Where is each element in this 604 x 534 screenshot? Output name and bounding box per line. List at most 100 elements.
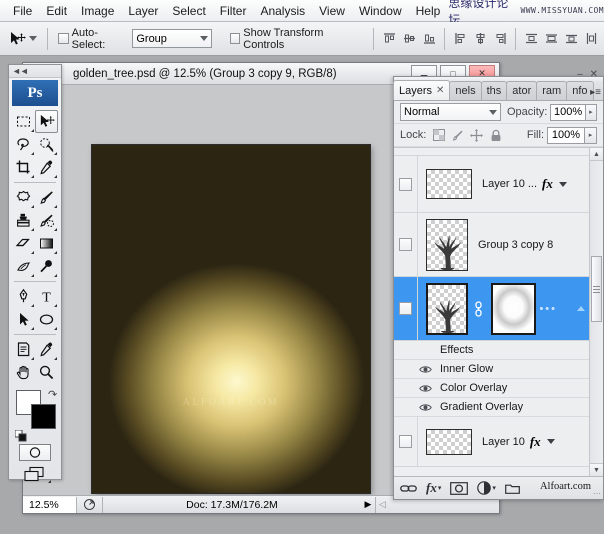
lock-transparency-icon[interactable] <box>432 129 445 142</box>
layer-thumbnail[interactable] <box>426 283 468 335</box>
align-right-edges-icon[interactable] <box>491 30 509 48</box>
layer-thumbnail[interactable] <box>426 219 468 271</box>
menu-window[interactable]: Window <box>352 2 409 20</box>
current-tool-button[interactable] <box>4 28 41 50</box>
toolbox-collapse-handle[interactable]: ◄◄ <box>9 65 61 78</box>
distribute-bottom-edges-icon[interactable] <box>562 30 580 48</box>
default-colors-icon[interactable] <box>15 430 27 442</box>
artboard[interactable]: ALFOART.COM <box>92 145 370 493</box>
layer-visibility-toggle[interactable] <box>394 156 418 212</box>
scrollbar-thumb[interactable] <box>591 256 602 322</box>
notes-tool[interactable] <box>12 338 35 361</box>
chevron-down-icon[interactable] <box>559 182 567 187</box>
opacity-field[interactable]: 100% <box>550 104 585 121</box>
table-row[interactable]: Layer 10 fx <box>394 417 589 467</box>
tab-channels[interactable]: nels <box>449 81 481 100</box>
status-expand-arrow-icon[interactable]: ▶ <box>361 499 375 510</box>
panel-menu-icon[interactable]: ▸≡ <box>590 88 601 98</box>
eye-icon[interactable] <box>418 384 432 393</box>
move-tool[interactable] <box>35 110 58 133</box>
auto-select-dropdown[interactable]: Group <box>132 29 211 48</box>
list-item[interactable]: Gradient Overlay <box>394 398 589 417</box>
menu-image[interactable]: Image <box>74 2 121 20</box>
blur-tool[interactable] <box>12 255 35 278</box>
history-brush-tool[interactable] <box>35 209 58 232</box>
layer-effects-header[interactable]: Effects <box>394 341 589 360</box>
tab-histogram[interactable]: ram <box>536 81 567 100</box>
menu-filter[interactable]: Filter <box>213 2 254 20</box>
effect-label[interactable]: Gradient Overlay <box>440 401 523 413</box>
table-row[interactable]: ••• <box>394 277 589 341</box>
eraser-tool[interactable] <box>12 232 35 255</box>
clone-stamp-tool[interactable] <box>12 209 35 232</box>
align-top-edges-icon[interactable] <box>380 30 398 48</box>
pen-tool[interactable] <box>12 285 35 308</box>
auto-select-checkbox[interactable] <box>58 33 69 44</box>
distribute-left-edges-icon[interactable] <box>582 30 600 48</box>
list-item[interactable]: Color Overlay <box>394 379 589 398</box>
eye-icon[interactable] <box>418 403 432 412</box>
chevron-down-icon[interactable] <box>547 439 555 444</box>
list-item[interactable]: Inner Glow <box>394 360 589 379</box>
lock-all-icon[interactable] <box>489 129 502 142</box>
layer-effects-fx-icon[interactable]: fx <box>530 434 541 450</box>
panel-window-controls[interactable]: – ✕ <box>577 69 600 80</box>
menu-view[interactable]: View <box>312 2 352 20</box>
scroll-up-arrow-icon[interactable]: ▲ <box>590 148 603 161</box>
chevron-up-icon[interactable] <box>577 306 585 311</box>
layer-list[interactable]: Layer 10 ... fx Group 3 copy 8 <box>394 147 603 476</box>
layer-thumbnail[interactable] <box>426 429 472 455</box>
tab-paths[interactable]: ths <box>481 81 508 100</box>
opacity-slider-arrow-icon[interactable]: ▸ <box>586 104 597 121</box>
quick-mask-icon[interactable] <box>19 444 51 461</box>
link-layers-icon[interactable] <box>400 483 417 494</box>
rectangular-marquee-tool[interactable] <box>12 110 35 133</box>
zoom-tool[interactable] <box>35 361 58 384</box>
menu-analysis[interactable]: Analysis <box>253 2 312 20</box>
effect-label[interactable]: Inner Glow <box>440 363 493 375</box>
eyedropper2-tool[interactable] <box>35 338 58 361</box>
fill-field[interactable]: 100% <box>547 127 585 144</box>
layer-visibility-toggle[interactable] <box>394 417 418 466</box>
hand-tool[interactable] <box>12 361 35 384</box>
layer-visibility-toggle[interactable] <box>394 213 418 276</box>
healing-brush-tool[interactable] <box>12 186 35 209</box>
add-layer-mask-icon[interactable] <box>450 482 468 495</box>
close-icon[interactable]: ✕ <box>436 85 444 96</box>
lock-position-icon[interactable] <box>470 129 483 142</box>
add-layer-style-icon[interactable]: fx ▾ <box>426 480 441 496</box>
eyedropper-tool[interactable] <box>35 156 58 179</box>
tool-preset-caret-icon[interactable] <box>29 36 37 41</box>
link-icon[interactable] <box>473 301 483 317</box>
menu-select[interactable]: Select <box>165 2 212 20</box>
layer-effects-fx-icon[interactable]: fx <box>542 176 553 192</box>
table-row[interactable]: Layer 10 ... fx <box>394 156 589 213</box>
align-vertical-centers-icon[interactable] <box>400 30 418 48</box>
table-row[interactable] <box>394 148 589 156</box>
menu-layer[interactable]: Layer <box>121 2 165 20</box>
background-color-swatch[interactable] <box>31 404 56 429</box>
table-row[interactable]: Group 3 copy 8 <box>394 213 589 277</box>
layer-name[interactable]: Group 3 copy 8 <box>478 239 553 251</box>
gradient-tool[interactable] <box>35 232 58 255</box>
blend-mode-dropdown[interactable]: Normal <box>400 103 501 121</box>
type-tool[interactable]: T <box>35 285 58 308</box>
fill-slider-arrow-icon[interactable]: ▸ <box>585 127 597 144</box>
crop-tool[interactable] <box>12 156 35 179</box>
distribute-top-edges-icon[interactable] <box>522 30 540 48</box>
brush-tool[interactable] <box>35 186 58 209</box>
screen-mode-icon[interactable] <box>18 464 52 484</box>
resize-grip-icon[interactable]: ⋯ <box>593 489 601 498</box>
quick-selection-tool[interactable] <box>35 133 58 156</box>
menu-file[interactable]: File <box>6 2 39 20</box>
preview-arrow-icon[interactable] <box>77 497 103 513</box>
tab-layers[interactable]: Layers ✕ <box>393 80 450 100</box>
new-adjustment-layer-icon[interactable]: ▾ <box>477 481 496 495</box>
show-transform-checkbox[interactable] <box>230 33 241 44</box>
lasso-tool[interactable] <box>12 133 35 156</box>
menu-edit[interactable]: Edit <box>39 2 74 20</box>
distribute-vertical-centers-icon[interactable] <box>542 30 560 48</box>
dodge-tool[interactable] <box>35 255 58 278</box>
tab-navigator[interactable]: ator <box>506 81 537 100</box>
align-left-edges-icon[interactable] <box>451 30 469 48</box>
